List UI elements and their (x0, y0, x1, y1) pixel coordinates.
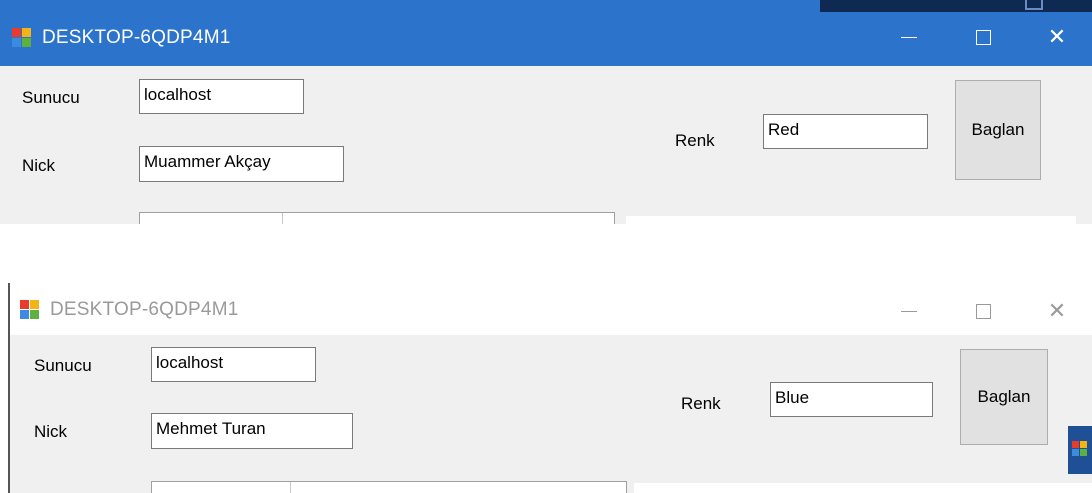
client-area: Sunucu localhost Nick Muammer Akçay Renk… (0, 66, 1092, 224)
color-input[interactable]: Red (763, 114, 928, 149)
connect-button[interactable]: Baglan (955, 80, 1041, 180)
server-input[interactable]: localhost (139, 79, 304, 114)
server-label: Sunucu (22, 88, 80, 107)
nick-input[interactable]: Mehmet Turan (151, 413, 353, 449)
window-title: DESKTOP-6QDP4M1 (50, 299, 239, 320)
chat-client-window-2: DESKTOP-6QDP4M1 ✕ Sunucu localhost Nick … (8, 283, 1092, 493)
taskbar-app-icon[interactable] (1068, 426, 1092, 474)
close-button[interactable]: ✕ (1022, 17, 1092, 57)
minimize-button[interactable] (874, 17, 944, 57)
message-list[interactable] (151, 481, 627, 493)
maximize-icon (975, 303, 991, 319)
output-panel (626, 216, 1076, 224)
close-icon: ✕ (1047, 24, 1067, 49)
background-window-edge (820, 0, 1092, 12)
server-label: Sunucu (34, 356, 92, 375)
nick-input[interactable]: Muammer Akçay (139, 146, 344, 182)
client-area: Sunucu localhost Nick Mehmet Turan Renk … (8, 335, 1092, 493)
message-list[interactable] (139, 212, 615, 224)
app-icon (12, 28, 32, 48)
chat-client-window-1: DESKTOP-6QDP4M1 ✕ Sunucu localhost Nick … (0, 0, 1092, 224)
title-bar[interactable]: DESKTOP-6QDP4M1 ✕ (8, 283, 1092, 335)
color-input[interactable]: Blue (770, 382, 933, 417)
maximize-button[interactable] (948, 17, 1018, 57)
minimize-icon (901, 310, 917, 312)
nick-label: Nick (34, 422, 68, 441)
close-button[interactable]: ✕ (1022, 291, 1092, 331)
window-title: DESKTOP-6QDP4M1 (42, 27, 231, 48)
server-input[interactable]: localhost (151, 347, 316, 382)
output-panel (634, 483, 1092, 493)
color-label: Renk (681, 394, 721, 413)
close-icon: ✕ (1047, 298, 1067, 323)
color-label: Renk (675, 131, 715, 150)
app-icon (20, 300, 40, 320)
minimize-button[interactable] (874, 291, 944, 331)
nick-label: Nick (22, 156, 56, 175)
maximize-icon (975, 29, 991, 45)
minimize-icon (901, 36, 917, 38)
connect-button[interactable]: Baglan (960, 349, 1048, 445)
app-icon (1072, 441, 1088, 457)
window-border (8, 283, 10, 493)
maximize-button[interactable] (948, 291, 1018, 331)
